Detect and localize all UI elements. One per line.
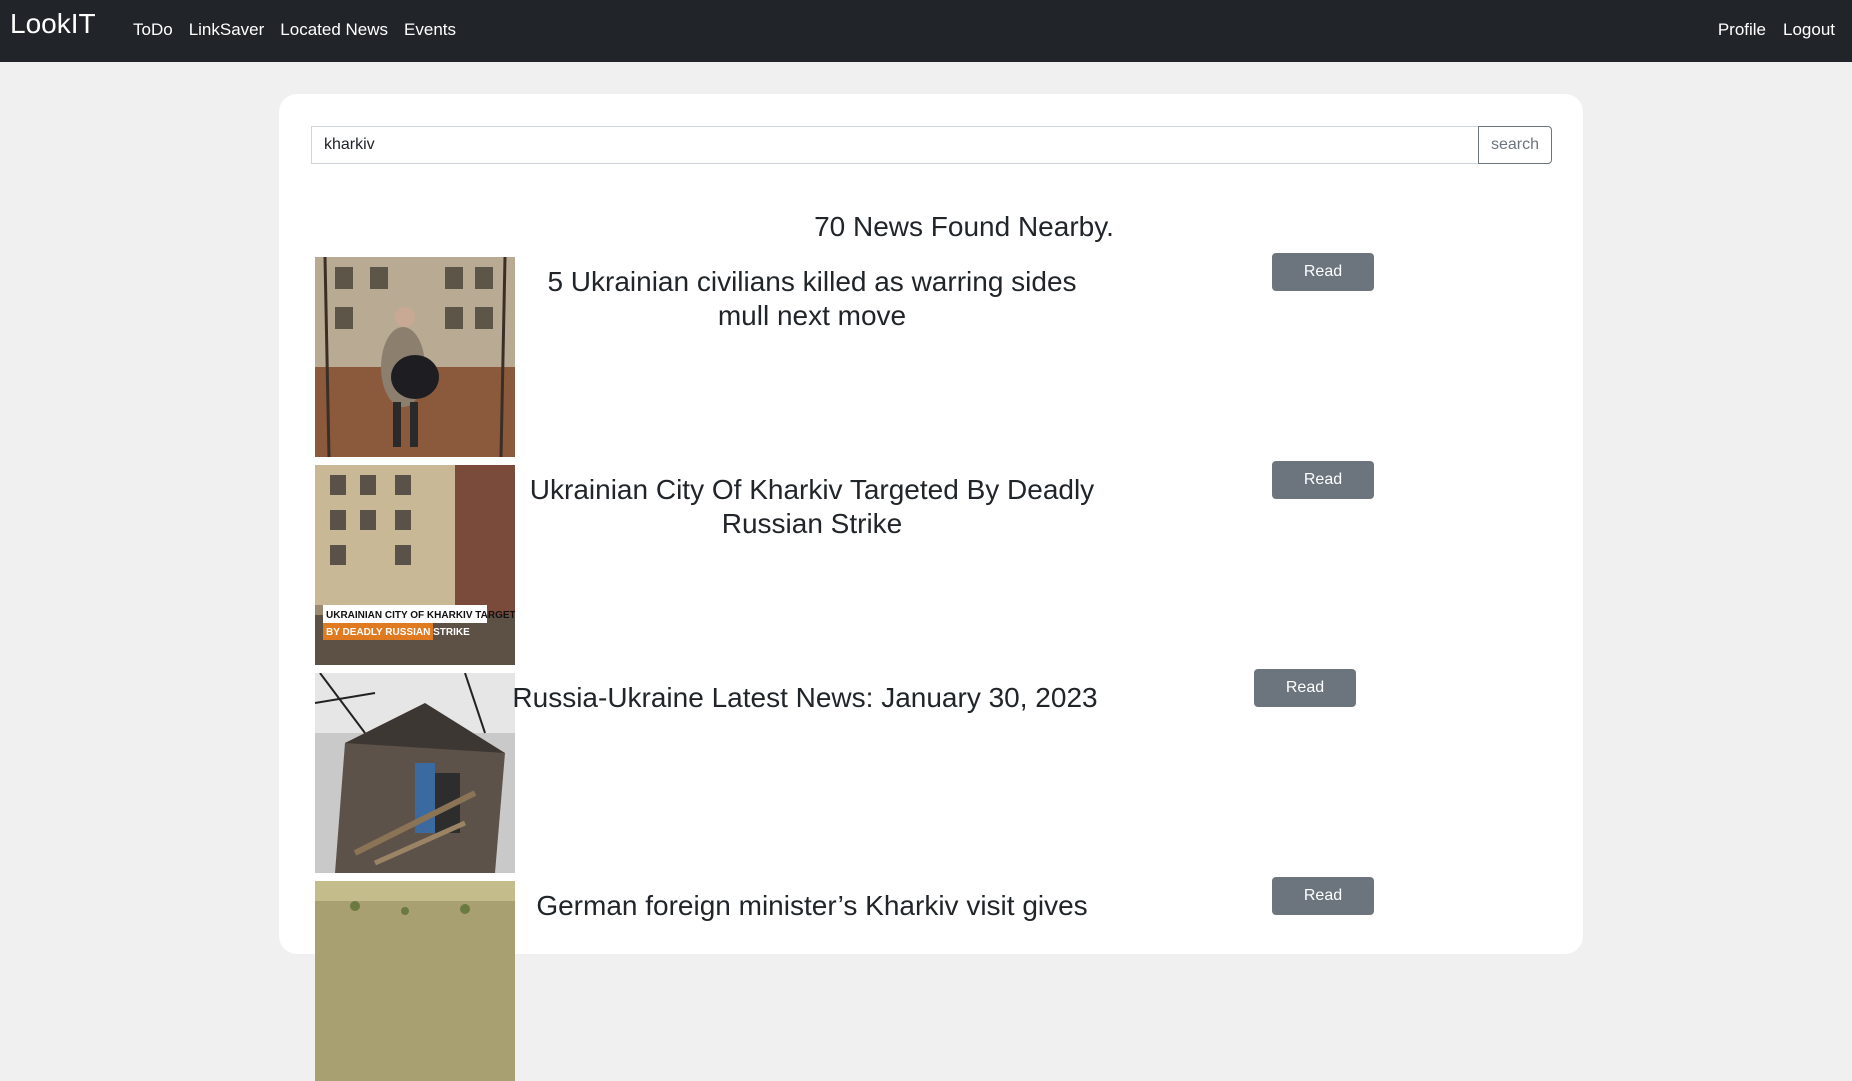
nav-link-linksaver[interactable]: LinkSaver bbox=[189, 20, 265, 40]
search-input[interactable] bbox=[311, 126, 1478, 164]
search-button[interactable]: search bbox=[1478, 126, 1552, 164]
nav-link-located-news[interactable]: Located News bbox=[280, 20, 388, 40]
results-count: 70 News Found Nearby. bbox=[814, 211, 1114, 242]
read-button[interactable]: Read bbox=[1254, 669, 1356, 707]
news-thumbnail: UKRAINIAN CITY OF KHARKIV TARGETED BY DE… bbox=[315, 465, 515, 665]
news-title: German foreign minister’s Kharkiv visit … bbox=[536, 890, 1088, 921]
news-title: 5 Ukrainian civilians killed as warring … bbox=[547, 266, 1077, 331]
news-thumbnail bbox=[315, 673, 515, 873]
news-thumbnail bbox=[315, 881, 515, 1081]
nav-links: ToDo LinkSaver Located News Events bbox=[133, 20, 472, 40]
news-card: search 70 News Found Nearby. bbox=[279, 94, 1583, 1081]
news-title: Russia-Ukraine Latest News: January 30, … bbox=[512, 682, 1098, 713]
read-button[interactable]: Read bbox=[1272, 253, 1374, 291]
nav-link-profile[interactable]: Profile bbox=[1718, 20, 1766, 40]
news-item: Russia-Ukraine Latest News: January 30, … bbox=[315, 669, 1555, 873]
news-item: UKRAINIAN CITY OF KHARKIV TARGETED BY DE… bbox=[315, 461, 1555, 665]
news-title: Ukrainian City Of Kharkiv Targeted By De… bbox=[529, 474, 1095, 539]
thumbnail-caption-line1: UKRAINIAN CITY OF KHARKIV TARGETED bbox=[326, 610, 515, 621]
read-button[interactable]: Read bbox=[1272, 461, 1374, 499]
nav-link-logout[interactable]: Logout bbox=[1783, 20, 1835, 40]
navbar: LookIT ToDo LinkSaver Located News Event… bbox=[0, 0, 1852, 62]
news-thumbnail bbox=[315, 257, 515, 457]
news-item: German foreign minister’s Kharkiv visit … bbox=[315, 877, 1555, 1081]
nav-link-events[interactable]: Events bbox=[404, 20, 456, 40]
read-button[interactable]: Read bbox=[1272, 877, 1374, 915]
thumbnail-caption-line2: BY DEADLY RUSSIAN STRIKE bbox=[326, 627, 470, 638]
search-bar: search bbox=[311, 126, 1552, 164]
brand-logo[interactable]: LookIT bbox=[10, 8, 96, 40]
news-item: 5 Ukrainian civilians killed as warring … bbox=[315, 253, 1555, 457]
nav-link-todo[interactable]: ToDo bbox=[133, 20, 173, 40]
nav-right-links: Profile Logout bbox=[1718, 20, 1852, 40]
